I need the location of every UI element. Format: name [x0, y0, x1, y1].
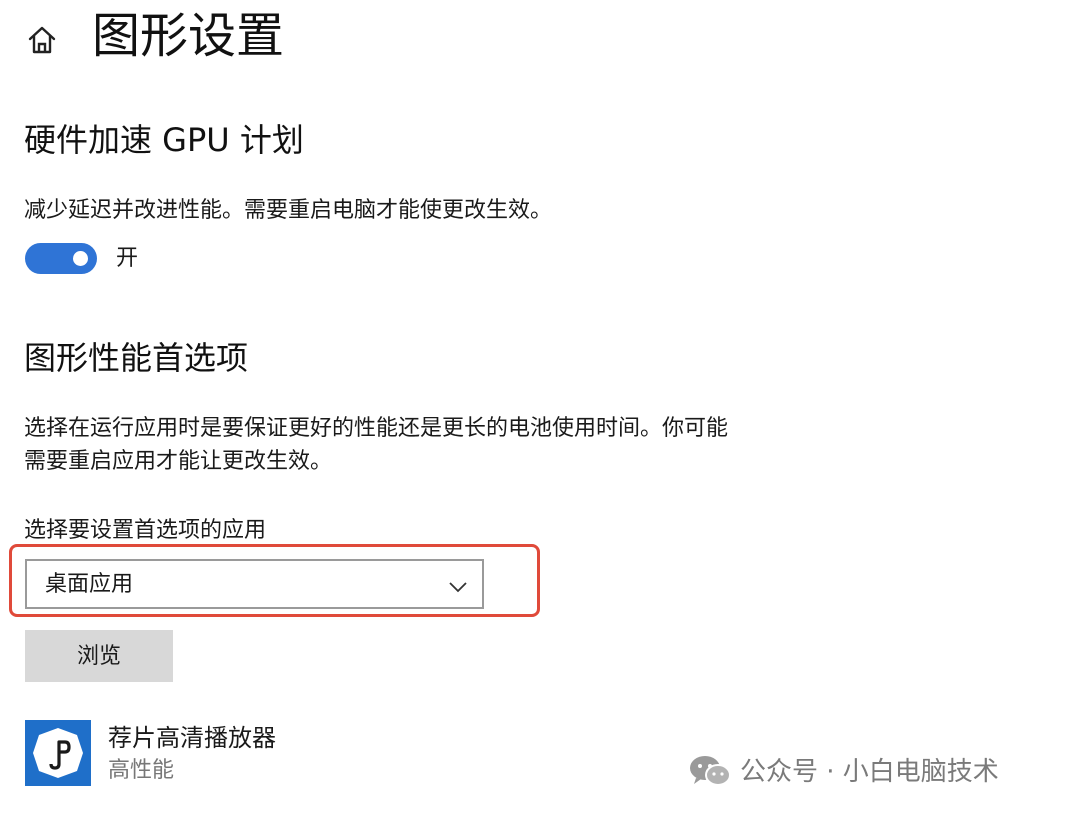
app-type-dropdown[interactable]: 桌面应用	[25, 559, 484, 609]
toggle-knob	[73, 251, 88, 266]
wechat-icon	[688, 754, 732, 788]
list-item[interactable]: 荐片高清播放器 高性能	[25, 716, 425, 788]
browse-button-label: 浏览	[76, 643, 121, 668]
browse-button[interactable]: 浏览	[25, 630, 173, 682]
app-name: 荐片高清播放器	[108, 724, 276, 752]
toggle-state-label: 开	[116, 246, 139, 271]
gpu-scheduling-title: 硬件加速 GPU 计划	[24, 121, 304, 159]
watermark-text: 公众号 · 小白电脑技术	[740, 757, 999, 787]
chevron-down-icon	[448, 578, 468, 593]
page-title: 图形设置	[92, 8, 285, 64]
watermark: 公众号 · 小白电脑技术	[688, 752, 1058, 792]
app-select-label: 选择要设置首选项的应用	[24, 518, 267, 543]
graphics-preference-description-line2: 需要重启应用才能让更改生效。	[24, 449, 333, 474]
gpu-scheduling-description: 减少延迟并改进性能。需要重启电脑才能使更改生效。	[24, 198, 553, 223]
music-note-icon	[25, 720, 91, 786]
gpu-scheduling-toggle[interactable]	[25, 243, 97, 274]
home-icon[interactable]	[24, 22, 60, 58]
app-type-dropdown-value: 桌面应用	[45, 572, 134, 597]
graphics-preference-description-line1: 选择在运行应用时是要保证更好的性能还是更长的电池使用时间。你可能	[24, 416, 729, 441]
app-preference: 高性能	[108, 758, 175, 783]
graphics-preference-title: 图形性能首选项	[24, 339, 249, 377]
